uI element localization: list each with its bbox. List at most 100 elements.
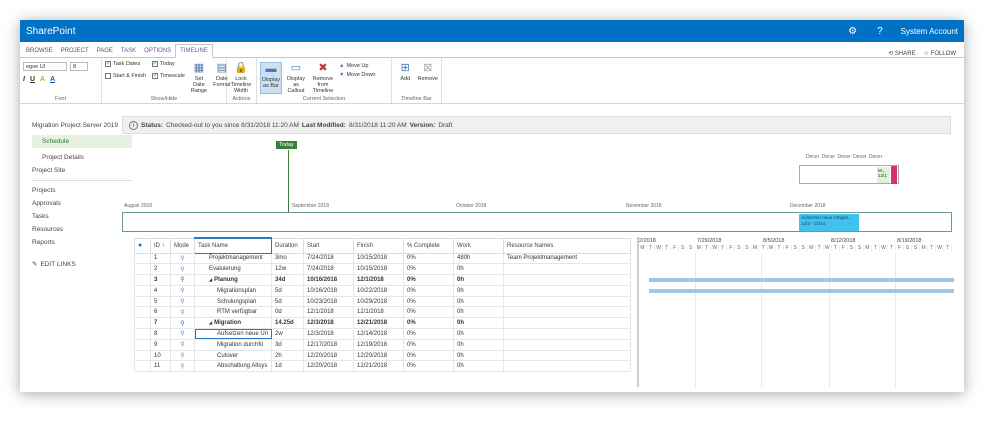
table-row[interactable]: 11 ⚲ Abschaltung Altsys 1d 12/20/2018 12/21/2… (134, 360, 632, 373)
id-cell[interactable]: 10 (150, 349, 171, 362)
edit-links-button[interactable]: ✎ EDIT LINKS (32, 260, 132, 269)
nav-reports[interactable]: Reports (32, 239, 132, 246)
indicator-column-header[interactable]: ● (134, 237, 151, 254)
task-name-cell[interactable]: Projektmanagement (193, 252, 273, 265)
work-cell[interactable]: 0h (453, 295, 505, 308)
display-as-callout-button[interactable]: ▭ Display as Callout (285, 62, 307, 94)
work-cell[interactable]: 0h (453, 263, 505, 276)
finish-cell[interactable]: 10/29/2018 (353, 295, 405, 308)
duration-cell[interactable]: 3mo (271, 252, 305, 265)
finish-cell[interactable]: 10/22/2018 (353, 284, 405, 297)
id-column-header[interactable]: ID ↑ (150, 237, 171, 254)
nav-project-site[interactable]: Project Site (32, 167, 132, 174)
start-cell[interactable]: 7/24/2018 (303, 263, 355, 276)
timescale-checkbox[interactable]: ✓ Timescale (152, 73, 185, 79)
mode-cell[interactable]: ⚲ (170, 317, 195, 330)
resource-names-cell[interactable] (503, 295, 632, 308)
font-color-icon[interactable]: A (50, 76, 55, 83)
duration-cell[interactable]: 5d (271, 284, 305, 297)
account-menu[interactable]: System Account (901, 27, 958, 36)
start-column-header[interactable]: Start (303, 237, 355, 254)
work-cell[interactable]: 0h (453, 338, 505, 351)
indicator-cell[interactable] (134, 349, 151, 362)
duration-cell[interactable]: 1d (271, 360, 305, 373)
id-cell[interactable]: 1 (150, 252, 171, 265)
duration-cell[interactable]: 14.25d (271, 317, 305, 330)
resource-names-cell[interactable] (503, 317, 632, 330)
id-cell[interactable]: 4 (150, 284, 171, 297)
percent-complete-cell[interactable]: 0% (403, 360, 455, 373)
nav-project-title[interactable]: Migration Project Server 2019 (32, 122, 132, 129)
finish-cell[interactable]: 10/15/2018 (353, 263, 405, 276)
task-name-cell[interactable]: Migrationsplan (193, 284, 273, 297)
work-cell[interactable]: 0h (453, 306, 505, 319)
work-column-header[interactable]: Work (453, 237, 505, 254)
task-name-column-header[interactable]: Task Name (193, 237, 273, 254)
task-name-cell[interactable]: Cutover (193, 349, 273, 362)
id-cell[interactable]: 11 (150, 360, 171, 373)
italic-button[interactable]: I (23, 76, 25, 83)
help-icon[interactable]: ? (877, 26, 883, 37)
collapse-triangle-icon[interactable]: ◢ (209, 320, 212, 325)
start-cell[interactable]: 12/17/2018 (303, 338, 355, 351)
resource-names-column-header[interactable]: Resource Names (503, 237, 632, 254)
nav-resources[interactable]: Resources (32, 226, 132, 233)
mode-cell[interactable]: ⚲ (170, 274, 195, 286)
percent-complete-cell[interactable]: 0% (403, 274, 455, 286)
indicator-cell[interactable] (134, 252, 151, 265)
work-cell[interactable]: 0h (453, 284, 505, 297)
gear-icon[interactable]: ⚙ (848, 26, 857, 37)
work-cell[interactable]: 0h (453, 349, 505, 362)
indicator-cell[interactable] (134, 360, 151, 373)
nav-approvals[interactable]: Approvals (32, 200, 132, 207)
today-checkbox[interactable]: ✓ Today (152, 61, 185, 67)
move-up-button[interactable]: ▲ Move Up (339, 63, 376, 69)
resource-names-cell[interactable] (503, 263, 632, 276)
indicator-cell[interactable] (134, 338, 151, 351)
mode-cell[interactable]: ⚲ (170, 284, 195, 297)
table-row[interactable]: 9 ⚲ Migration durchfü 3d 12/17/2018 12/19/201… (134, 338, 632, 351)
finish-cell[interactable]: 12/20/2018 (353, 349, 405, 362)
indicator-cell[interactable] (134, 306, 151, 319)
resource-names-cell[interactable] (503, 306, 632, 319)
table-row[interactable]: 8 ⚲ Aufsetzen neue Un 2w 12/3/2018 12/14/2018… (134, 328, 632, 340)
resource-names-cell[interactable]: Team Projektmanagement (503, 252, 632, 265)
sharepoint-brand[interactable]: SharePoint (26, 26, 75, 37)
duration-column-header[interactable]: Duration (271, 237, 305, 254)
start-cell[interactable]: 10/16/2018 (303, 284, 355, 297)
tab-project[interactable]: PROJECT (57, 45, 93, 57)
tab-browse[interactable]: BROWSE (22, 45, 57, 57)
resource-names-cell[interactable] (503, 360, 632, 373)
finish-column-header[interactable]: Finish (353, 237, 405, 254)
gantt-bar-projektmanagement[interactable] (649, 278, 954, 282)
table-row[interactable]: 7 ⚲ ◢ Migration 14.25d 12/3/2018 12/21/2018 0% 0… (134, 317, 632, 330)
work-cell[interactable]: 0h (453, 328, 505, 340)
percent-complete-cell[interactable]: 0% (403, 317, 455, 330)
start-cell[interactable]: 10/16/2018 (303, 274, 355, 286)
timeline-bar[interactable]: Aufsetzen neue Umgeb... 12/3 - 12/14 (122, 212, 952, 232)
nav-projects[interactable]: Projects (32, 187, 132, 194)
milestone-marker[interactable] (891, 166, 897, 184)
percent-complete-cell[interactable]: 0% (403, 349, 455, 362)
mode-cell[interactable]: ⚲ (170, 328, 195, 340)
task-name-cell[interactable]: Schulungsplan (193, 295, 273, 308)
gantt-bar-evaluierung[interactable] (649, 289, 954, 293)
duration-cell[interactable]: 12w (271, 263, 305, 276)
table-row[interactable]: 10 ⚲ Cutover 2h 12/20/2018 12/20/2018 0% 0h (134, 349, 632, 362)
table-row[interactable]: 4 ⚲ Migrationsplan 5d 10/16/2018 10/22/2018 0%… (134, 284, 632, 297)
indicator-cell[interactable] (134, 274, 151, 286)
id-cell[interactable]: 3 (150, 274, 171, 286)
task-name-cell[interactable]: Evaluierung (193, 263, 273, 276)
task-name-cell[interactable]: RTM verfügbar (193, 306, 273, 319)
table-row[interactable]: 2 ⚲ Evaluierung 12w 7/24/2018 10/15/2018 0% 0h (134, 263, 632, 276)
resource-names-cell[interactable] (503, 349, 632, 362)
duration-cell[interactable]: 5d (271, 295, 305, 308)
tab-options[interactable]: OPTIONS (140, 45, 175, 57)
work-cell[interactable]: 0h (453, 317, 505, 330)
mode-cell[interactable]: ⚲ (170, 349, 195, 362)
duration-cell[interactable]: 34d (271, 274, 305, 286)
finish-cell[interactable]: 12/19/2018 (353, 338, 405, 351)
percent-complete-cell[interactable]: 0% (403, 263, 455, 276)
start-cell[interactable]: 7/24/2018 (303, 252, 355, 265)
work-cell[interactable]: 0h (453, 360, 505, 373)
